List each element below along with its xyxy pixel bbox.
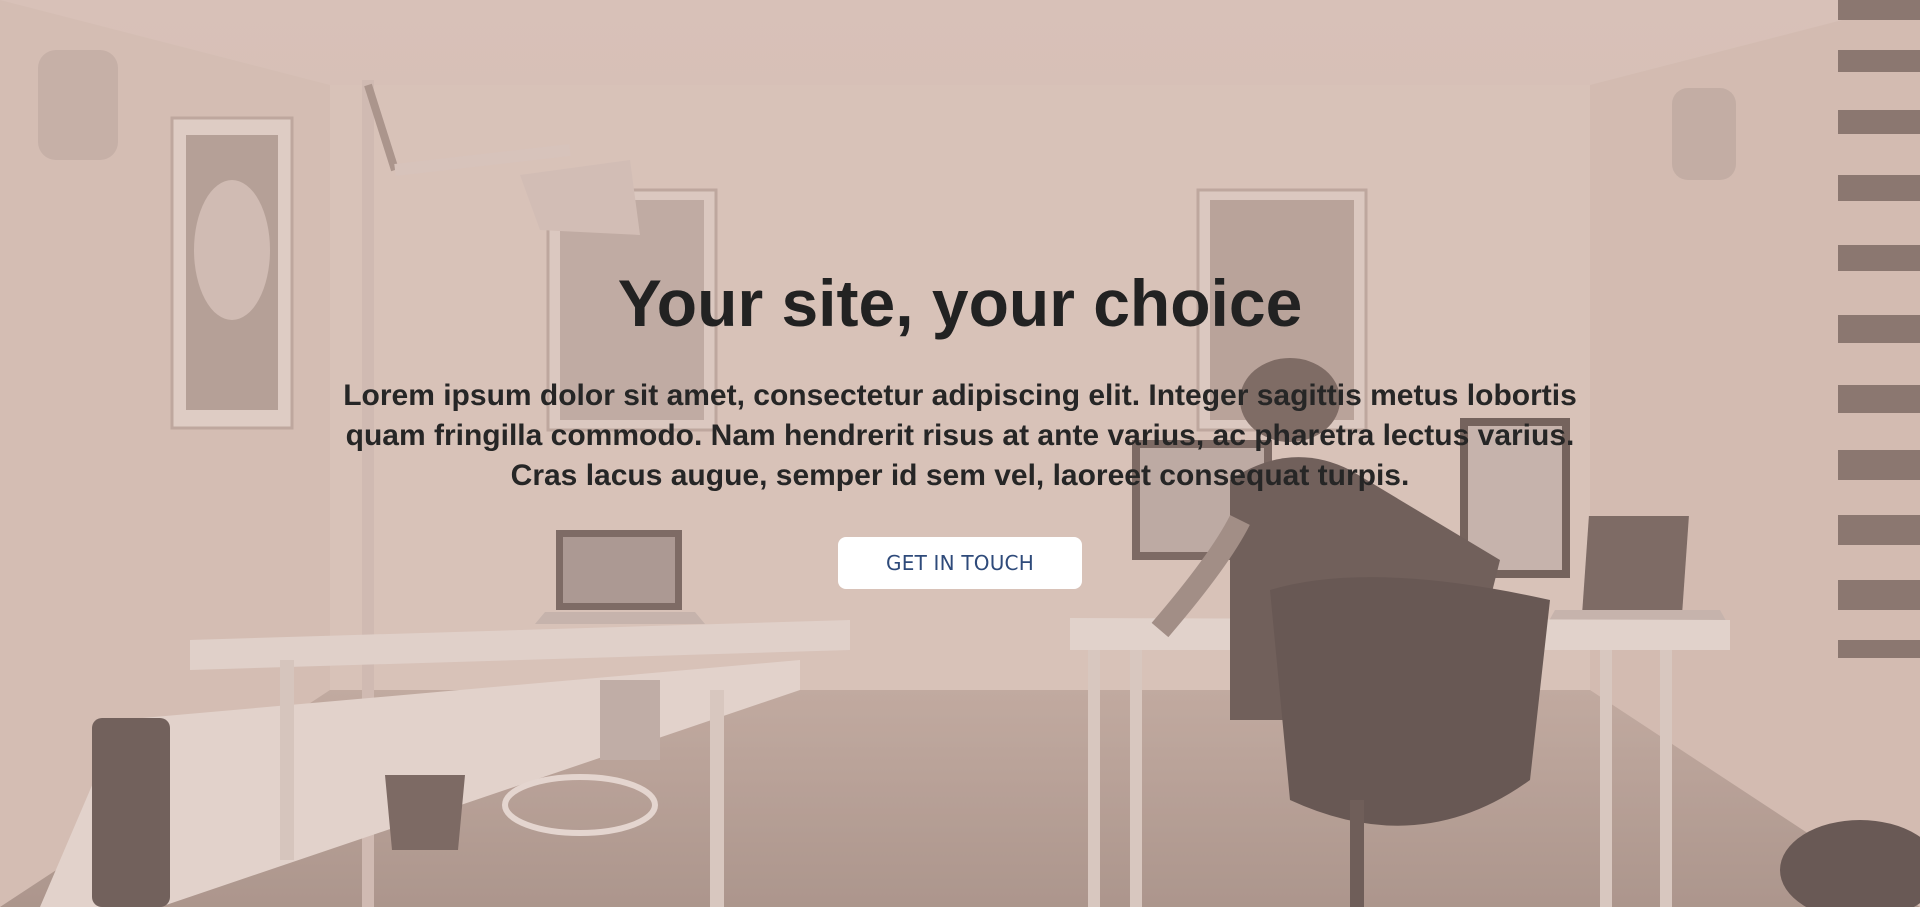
hero-content: Your site, your choice Lorem ipsum dolor… <box>0 0 1920 907</box>
hero-title: Your site, your choice <box>617 266 1303 340</box>
hero-section: Your site, your choice Lorem ipsum dolor… <box>0 0 1920 907</box>
get-in-touch-button[interactable]: GET IN TOUCH <box>838 537 1082 589</box>
hero-description: Lorem ipsum dolor sit amet, consectetur … <box>343 379 1577 492</box>
